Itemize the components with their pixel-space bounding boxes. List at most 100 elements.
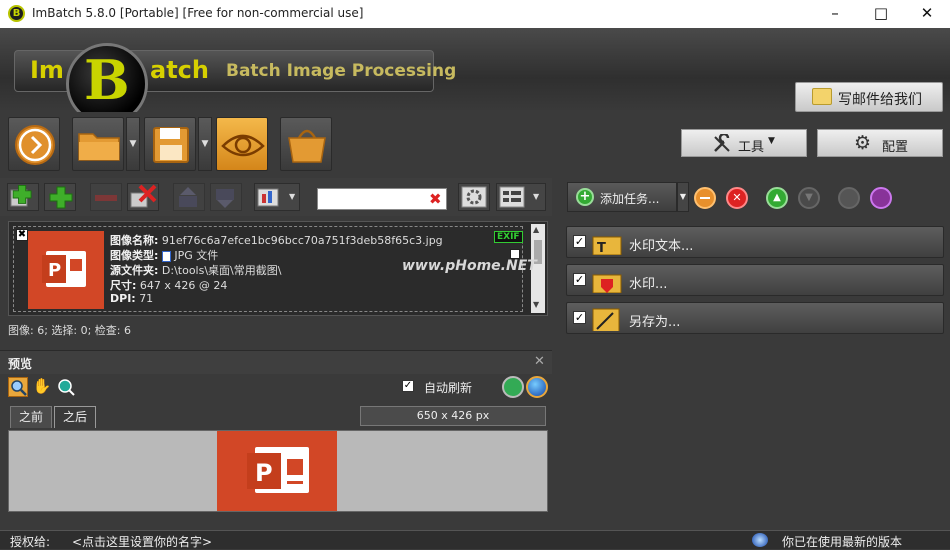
file-name-value: 91ef76c6a7efce1bc96bcc70a751f3deb58f65c3…	[161, 234, 443, 247]
folder-icon	[78, 133, 120, 161]
plus-circle-icon: +	[576, 188, 594, 206]
preview-toolbar: ✋ ✓ 自动刷新	[0, 375, 552, 401]
arrow-up-icon	[179, 187, 197, 207]
tasks-panel: + 添加任务... ▼ ✕ ▲ ▼ ✓ T 水印文本... ✓ 水印... ✓ …	[560, 178, 950, 530]
zoom-fit-icon[interactable]	[56, 377, 76, 397]
file-type-icon	[161, 250, 171, 262]
task-item-watermark-text[interactable]: ✓ T 水印文本...	[566, 226, 944, 258]
pan-hand-icon[interactable]: ✋	[32, 377, 52, 397]
eye-icon	[221, 134, 265, 157]
task-checkbox[interactable]: ✓	[573, 311, 586, 324]
auto-refresh-checkbox[interactable]: ✓	[402, 380, 414, 392]
preview-image: P	[217, 431, 337, 511]
tab-before[interactable]: 之前	[10, 406, 53, 428]
add-task-label: 添加任务...	[600, 192, 660, 206]
image-watermark-icon	[592, 274, 622, 293]
delete-task-icon[interactable]: ✕	[726, 187, 748, 209]
minimize-button[interactable]: –	[812, 0, 858, 28]
task-item-watermark[interactable]: ✓ 水印...	[566, 264, 944, 296]
images-panel: ▼ ✖ ▼ ✖ P 图像名称: 91ef76c6a7efce1bc96bcc70…	[0, 178, 552, 549]
file-type-value: JPG 文件	[174, 249, 219, 262]
preview-canvas[interactable]: P	[8, 430, 548, 512]
task-checkbox[interactable]: ✓	[573, 273, 586, 286]
brand-word-left: Im	[30, 56, 64, 84]
filter-input[interactable]: ✖	[317, 188, 447, 210]
save-button[interactable]	[144, 117, 196, 171]
process-button[interactable]	[8, 117, 60, 171]
window-title: ImBatch 5.8.0 [Portable] [Free for non-c…	[32, 6, 364, 20]
file-name-label: 图像名称:	[110, 234, 159, 247]
preview-tabs: 之前 之后 650 x 426 px	[8, 404, 548, 428]
watermark-text: www.pHome.NET	[402, 258, 537, 274]
scroll-up-icon[interactable]: ▲	[533, 225, 539, 234]
envelope-icon	[812, 88, 832, 105]
email-us-button[interactable]: 写邮件给我们	[795, 82, 943, 112]
version-status: 你已在使用最新的版本	[782, 535, 903, 549]
delete-x-icon	[130, 184, 157, 208]
image-settings-button[interactable]	[458, 183, 490, 211]
add-task-dropdown[interactable]: ▼	[677, 182, 689, 212]
clear-filter-icon[interactable]: ✖	[429, 190, 442, 208]
exif-badge[interactable]: EXIF	[494, 231, 523, 243]
task-label: 水印...	[629, 277, 668, 292]
open-folder-button[interactable]	[72, 117, 124, 171]
close-preview-icon[interactable]: ✕	[534, 354, 545, 369]
gear-icon: ⚙	[854, 132, 872, 154]
play-circle-icon	[15, 125, 55, 165]
powerpoint-icon: P	[247, 447, 309, 493]
task-checkbox[interactable]: ✓	[573, 235, 586, 248]
move-task-down-icon[interactable]: ▼	[798, 187, 820, 209]
text-watermark-icon: T	[592, 236, 622, 255]
close-button[interactable]: ✕	[904, 0, 950, 28]
brand-word-right: atch	[150, 56, 209, 84]
zoom-in-icon[interactable]	[8, 377, 28, 397]
set-name-link[interactable]: <点击这里设置你的名字>	[72, 533, 212, 550]
licensed-to-label: 授权给:	[10, 535, 51, 549]
remove-task-icon[interactable]	[694, 187, 716, 209]
powerpoint-icon: P	[42, 251, 86, 287]
move-task-up-icon[interactable]: ▲	[766, 187, 788, 209]
open-dropdown-button[interactable]: ▼	[126, 117, 140, 171]
basket-button[interactable]	[280, 117, 332, 171]
move-down-button[interactable]	[210, 183, 242, 211]
title-bar: B ImBatch 5.8.0 [Portable] [Free for non…	[0, 0, 950, 28]
add-image-button[interactable]	[7, 183, 39, 211]
settings-button[interactable]: ⚙ 配置	[817, 129, 943, 157]
sort-button[interactable]: ▼	[254, 183, 300, 211]
move-up-button[interactable]	[173, 183, 205, 211]
remove-all-button[interactable]	[127, 183, 159, 211]
add-folder-button[interactable]	[44, 183, 76, 211]
file-type-label: 图像类型:	[110, 249, 159, 262]
main-toolbar: ▼ ▼ 工具 ▼ ⚙ 配置	[0, 112, 950, 174]
minus-icon	[95, 195, 117, 201]
app-logo-icon: B	[8, 5, 25, 22]
scroll-down-icon[interactable]: ▼	[533, 300, 539, 309]
tools-menu-button[interactable]: 工具 ▼	[681, 129, 807, 157]
images-toolbar: ▼ ✖ ▼	[0, 178, 552, 216]
remove-image-button[interactable]	[90, 183, 122, 211]
maximize-button[interactable]: □	[858, 0, 904, 28]
svg-text:P: P	[255, 459, 273, 487]
task-label: 另存为...	[629, 315, 681, 330]
tab-after[interactable]: 之后	[54, 406, 97, 428]
item-checkbox[interactable]: ✖	[16, 229, 28, 241]
disabled-task-icon[interactable]	[838, 187, 860, 209]
dimensions-value: 647 x 426 @ 24	[139, 279, 228, 292]
add-folder-icon	[49, 186, 73, 209]
tools-label: 工具	[738, 140, 765, 155]
task-item-save-as[interactable]: ✓ 另存为...	[566, 302, 944, 334]
dpi-label: DPI:	[110, 292, 136, 305]
settings-label: 配置	[882, 140, 909, 155]
globe-icon[interactable]	[526, 376, 548, 398]
view-mode-button[interactable]: ▼	[496, 183, 546, 211]
save-dropdown-button[interactable]: ▼	[198, 117, 212, 171]
add-task-button[interactable]: + 添加任务...	[567, 182, 677, 212]
status-bar: 授权给: <点击这里设置你的名字> 你已在使用最新的版本	[0, 530, 950, 549]
refresh-icon[interactable]	[502, 376, 524, 398]
auto-refresh-label: 自动刷新	[424, 381, 473, 395]
brand-letter: B	[84, 48, 130, 112]
task-info-icon[interactable]	[870, 187, 892, 209]
save-as-icon	[592, 308, 620, 331]
preview-toggle-button[interactable]	[216, 117, 268, 171]
add-image-icon	[10, 184, 32, 207]
